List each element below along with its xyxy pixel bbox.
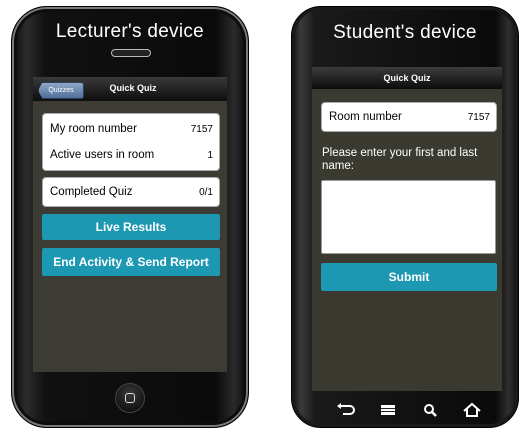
student-screen: Quick Quiz Room number 7157 Please enter… xyxy=(312,67,502,391)
home-icon[interactable] xyxy=(460,401,484,419)
active-users-value: 1 xyxy=(207,150,213,161)
room-number-label: My room number xyxy=(50,123,137,135)
home-button-icon[interactable] xyxy=(115,383,145,413)
home-square-icon xyxy=(125,393,135,403)
lecturer-phone: Lecturer's device Quizzes Quick Quiz My … xyxy=(11,6,249,428)
student-room-label: Room number xyxy=(329,111,402,123)
speaker-grille xyxy=(111,49,151,57)
name-prompt: Please enter your first and last name: xyxy=(322,147,478,172)
completed-quiz-value: 0/1 xyxy=(199,187,213,198)
active-users-label: Active users in room xyxy=(50,149,155,161)
submit-button[interactable]: Submit xyxy=(321,263,497,291)
name-input[interactable] xyxy=(321,180,496,254)
completed-quiz-card: Completed Quiz 0/1 xyxy=(42,177,220,207)
student-device-caption: Student's device xyxy=(333,22,477,43)
student-nav-title: Quick Quiz xyxy=(383,73,431,83)
end-activity-button[interactable]: End Activity & Send Report xyxy=(42,248,220,276)
live-results-button[interactable]: Live Results xyxy=(42,214,220,240)
quizzes-back-button[interactable]: Quizzes xyxy=(38,82,84,99)
lecturer-nav-bar: Quizzes Quick Quiz xyxy=(33,77,227,101)
back-arrow-icon[interactable] xyxy=(335,401,359,419)
completed-quiz-label: Completed Quiz xyxy=(50,186,133,198)
student-phone: Student's device Quick Quiz Room number … xyxy=(291,6,519,428)
menu-icon[interactable] xyxy=(376,401,400,419)
android-softkeys xyxy=(312,397,502,423)
search-icon[interactable] xyxy=(419,401,443,419)
lecturer-device-caption: Lecturer's device xyxy=(55,21,205,42)
student-room-value: 7157 xyxy=(467,112,490,123)
room-number-value: 7157 xyxy=(190,124,213,135)
student-nav-bar: Quick Quiz xyxy=(312,67,502,89)
lecturer-nav-title: Quick Quiz xyxy=(109,83,157,93)
lecturer-screen: Quizzes Quick Quiz My room number 7157 A… xyxy=(33,77,227,372)
student-room-card: Room number 7157 xyxy=(321,102,497,132)
room-info-card: My room number 7157 Active users in room… xyxy=(42,113,220,171)
